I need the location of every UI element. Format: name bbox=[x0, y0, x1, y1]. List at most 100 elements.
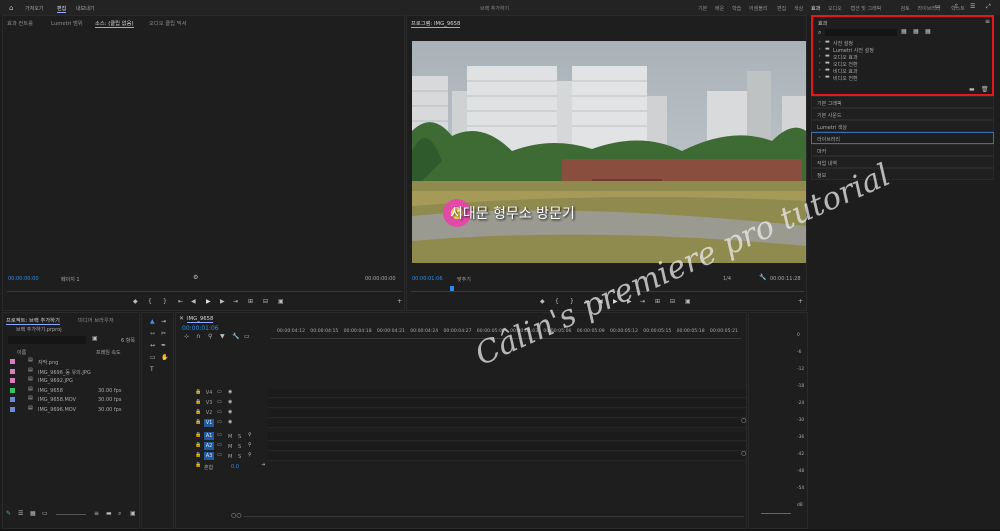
sort-icon[interactable]: ≡ bbox=[94, 511, 99, 517]
track-target-V1[interactable]: V1 bbox=[204, 419, 214, 427]
microphone-icon[interactable]: ⚲ bbox=[248, 443, 252, 448]
export-frame-icon[interactable]: ▣ bbox=[278, 299, 284, 305]
fit-dropdown[interactable]: 맞추기 bbox=[457, 276, 471, 283]
tab-export[interactable]: 내보내기 bbox=[76, 5, 94, 12]
eye-icon[interactable]: ◉ bbox=[228, 410, 232, 415]
accelerated-effects-icon[interactable]: ▦ bbox=[901, 29, 907, 35]
mix-volume-value[interactable]: 0.0 bbox=[231, 464, 239, 470]
chevron-right-icon[interactable]: › bbox=[819, 75, 821, 79]
track-lane[interactable] bbox=[268, 452, 746, 461]
solo-button[interactable]: S bbox=[238, 454, 241, 460]
ripple-edit-tool-icon[interactable]: ⇿ bbox=[150, 331, 155, 337]
timeline-timecode[interactable]: 00:00:01:06 bbox=[182, 325, 219, 332]
overwrite-icon[interactable]: ⊟ bbox=[263, 299, 268, 305]
go-to-in-icon[interactable]: ⇤ bbox=[178, 299, 183, 305]
zoom-slider[interactable] bbox=[56, 514, 86, 515]
effects-folder[interactable]: › ▬ 오디오 효과 bbox=[817, 54, 987, 62]
track-lane[interactable] bbox=[268, 419, 746, 428]
new-item-icon[interactable]: ▬ bbox=[106, 511, 112, 517]
insert-icon[interactable]: ⊞ bbox=[248, 299, 253, 305]
add-marker-icon[interactable]: ▼ bbox=[220, 334, 225, 340]
home-icon[interactable]: ⌂ bbox=[9, 5, 13, 12]
mute-button[interactable]: M bbox=[228, 444, 232, 450]
pencil-icon[interactable]: ✎ bbox=[6, 511, 11, 517]
scroll-handle-icon[interactable]: ○ bbox=[741, 418, 746, 424]
new-folder-icon[interactable]: ▬ bbox=[969, 87, 975, 93]
track-target-A1[interactable]: A1 bbox=[204, 432, 214, 440]
slip-tool-icon[interactable]: ↔ bbox=[150, 343, 155, 349]
column-name[interactable]: 이름 bbox=[17, 349, 26, 356]
label-color-swatch[interactable] bbox=[10, 397, 15, 402]
label-color-swatch[interactable] bbox=[10, 406, 15, 412]
share-icon[interactable]: ⇧ bbox=[954, 4, 959, 10]
new-bin-icon[interactable]: ▣ bbox=[130, 511, 136, 517]
sync-lock-icon[interactable]: ▭ bbox=[217, 410, 222, 415]
label-color-swatch[interactable] bbox=[10, 359, 15, 364]
right-panel-item[interactable]: 라이브러리 bbox=[811, 132, 994, 144]
chevron-right-icon[interactable]: › bbox=[819, 54, 821, 58]
track-lane[interactable] bbox=[268, 399, 746, 408]
export-frame-icon[interactable]: ▣ bbox=[685, 299, 691, 305]
chevron-right-icon[interactable]: › bbox=[819, 68, 821, 72]
microphone-icon[interactable]: ⚲ bbox=[248, 453, 252, 458]
project-item[interactable]: ▤ IMG_9696_동 유의.JPG bbox=[6, 367, 138, 376]
workspace-4[interactable]: 편집 bbox=[777, 5, 786, 12]
source-time-ruler[interactable] bbox=[7, 286, 402, 292]
zoom-handle-icon[interactable]: ○○ bbox=[231, 513, 241, 519]
tab-sequence[interactable]: IMG_9658 bbox=[187, 316, 214, 323]
workspace-2[interactable]: 학습 bbox=[732, 5, 741, 12]
lock-icon[interactable]: 🔒 bbox=[195, 433, 201, 438]
sync-lock-icon[interactable]: ▭ bbox=[217, 453, 222, 458]
sync-lock-icon[interactable]: ▭ bbox=[217, 400, 222, 405]
nest-icon[interactable]: ⊹ bbox=[184, 334, 189, 340]
go-to-out-icon[interactable]: ⇥ bbox=[233, 299, 238, 305]
razor-tool-icon[interactable]: ✂ bbox=[161, 331, 166, 337]
yuv-effects-icon[interactable]: ▦ bbox=[925, 29, 931, 35]
lock-icon[interactable]: 🔒 bbox=[195, 390, 201, 395]
workspace-0[interactable]: 기본 bbox=[698, 5, 707, 12]
fullscreen-icon[interactable]: ⤢ bbox=[986, 4, 991, 10]
mute-button[interactable]: M bbox=[228, 454, 232, 460]
workspace-8[interactable]: 캡션 및 그래픽 bbox=[851, 5, 882, 12]
program-playhead[interactable] bbox=[450, 286, 454, 291]
project-item[interactable]: ▤ IMG_9658 30.00 fps bbox=[6, 386, 138, 395]
lock-icon[interactable]: 🔒 bbox=[195, 420, 201, 425]
workspace-5[interactable]: 색상 bbox=[794, 5, 803, 12]
track-lane[interactable] bbox=[268, 432, 746, 441]
mark-in-icon[interactable]: { bbox=[148, 299, 152, 305]
workspace-1[interactable]: 배운 bbox=[715, 5, 724, 12]
add-button-icon[interactable]: + bbox=[798, 299, 803, 305]
sync-lock-icon[interactable]: ▭ bbox=[217, 443, 222, 448]
list-view-icon[interactable]: ☰ bbox=[18, 511, 23, 517]
tab-project[interactable]: 프로젝트: 브랙 추가하기 bbox=[6, 316, 60, 325]
sync-lock-icon[interactable]: ▭ bbox=[217, 433, 222, 438]
track-lane[interactable] bbox=[268, 442, 746, 451]
mute-button[interactable]: M bbox=[228, 434, 232, 440]
sync-lock-icon[interactable]: ▭ bbox=[217, 390, 222, 395]
tab-lumetri-scopes[interactable]: Lumetri 범위 bbox=[51, 19, 83, 27]
selection-tool-icon[interactable]: ▲ bbox=[150, 319, 155, 325]
effects-folder[interactable]: › ▬ 비디오 효과 bbox=[817, 68, 987, 76]
right-panel-item[interactable]: 마커 bbox=[811, 144, 994, 156]
lift-icon[interactable]: ⊞ bbox=[655, 299, 660, 305]
label-color-swatch[interactable] bbox=[10, 368, 15, 374]
workspace-7[interactable]: 오디오 bbox=[828, 5, 842, 12]
step-forward-icon[interactable]: ▶ bbox=[220, 299, 225, 305]
track-target-A3[interactable]: A3 bbox=[204, 452, 214, 460]
track-target-A2[interactable]: A2 bbox=[204, 442, 214, 450]
solo-button[interactable]: S bbox=[238, 434, 241, 440]
workspace-9[interactable]: 검토 bbox=[901, 5, 910, 12]
effects-search-input[interactable] bbox=[825, 29, 897, 36]
tab-edit[interactable]: 편집 bbox=[57, 5, 67, 13]
layout-icon[interactable]: ▭ bbox=[935, 4, 941, 10]
project-item[interactable]: ▤ IMG_9658.MOV 30.00 fps bbox=[6, 395, 138, 404]
program-timecode[interactable]: 00:00:01:06 bbox=[412, 276, 443, 282]
microphone-icon[interactable]: ⚲ bbox=[248, 433, 252, 438]
effects-folder[interactable]: › ▬ 비디오 전환 bbox=[817, 75, 987, 83]
track-target-V4[interactable]: V4 bbox=[204, 389, 214, 397]
eye-icon[interactable]: ◉ bbox=[228, 420, 232, 425]
label-color-swatch[interactable] bbox=[10, 378, 15, 383]
track-select-tool-icon[interactable]: ⇥ bbox=[161, 319, 166, 325]
workspace-6[interactable]: 효과 bbox=[811, 5, 820, 12]
column-framerate[interactable]: 프레임 속도 bbox=[96, 349, 121, 356]
